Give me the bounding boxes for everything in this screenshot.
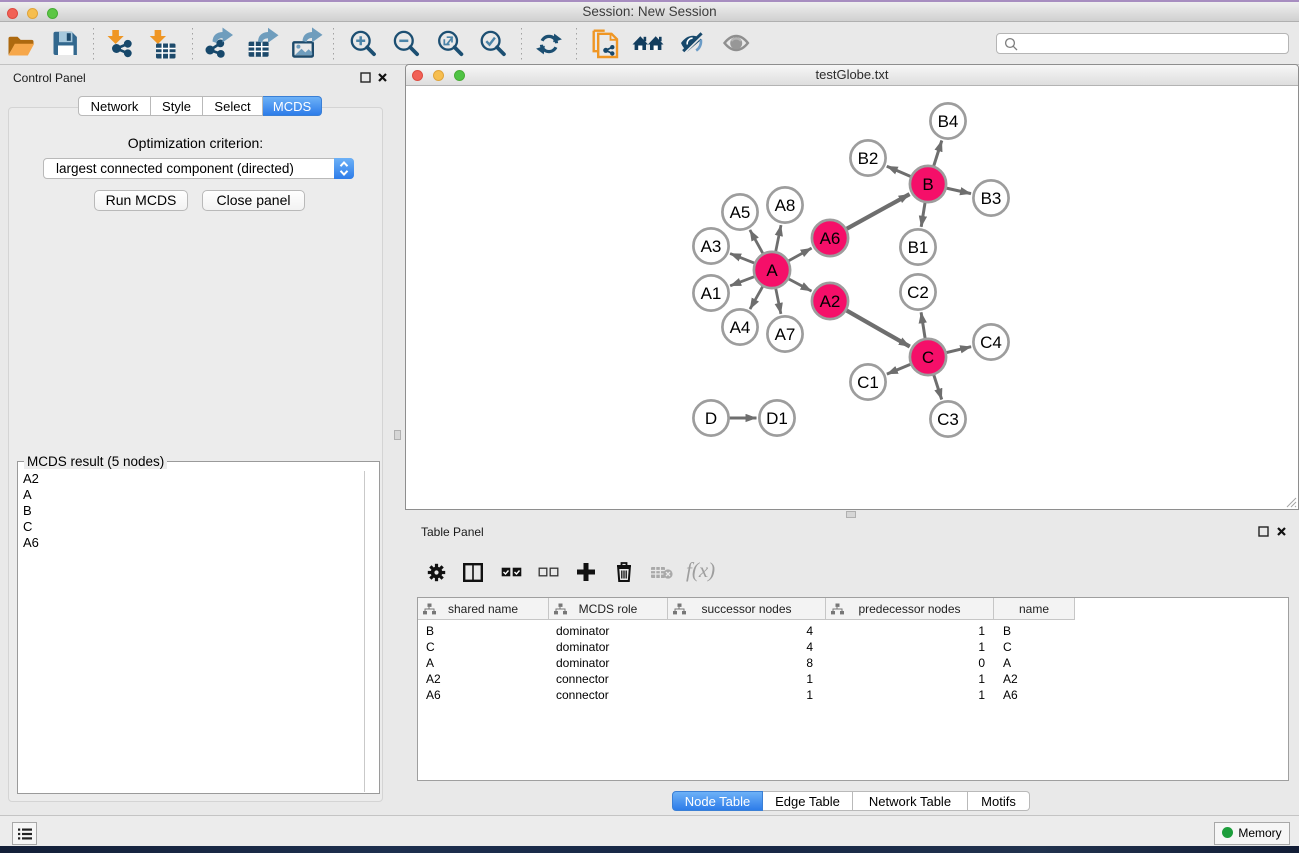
svg-text:C2: C2 [907,283,929,302]
svg-text:A: A [766,261,778,280]
svg-text:A6: A6 [820,229,841,248]
svg-text:B3: B3 [981,189,1002,208]
svg-text:C3: C3 [937,410,959,429]
svg-text:A1: A1 [701,284,722,303]
svg-text:A4: A4 [730,318,751,337]
svg-text:B1: B1 [908,238,929,257]
svg-text:D1: D1 [766,409,788,428]
svg-text:A3: A3 [701,237,722,256]
svg-text:A2: A2 [820,292,841,311]
svg-text:A7: A7 [775,325,796,344]
svg-text:B2: B2 [858,149,879,168]
svg-text:C4: C4 [980,333,1002,352]
svg-text:B4: B4 [938,112,959,131]
svg-text:D: D [705,409,717,428]
svg-text:A8: A8 [775,196,796,215]
svg-text:C: C [922,348,934,367]
svg-text:C1: C1 [857,373,879,392]
svg-text:B: B [922,175,933,194]
svg-text:A5: A5 [730,203,751,222]
